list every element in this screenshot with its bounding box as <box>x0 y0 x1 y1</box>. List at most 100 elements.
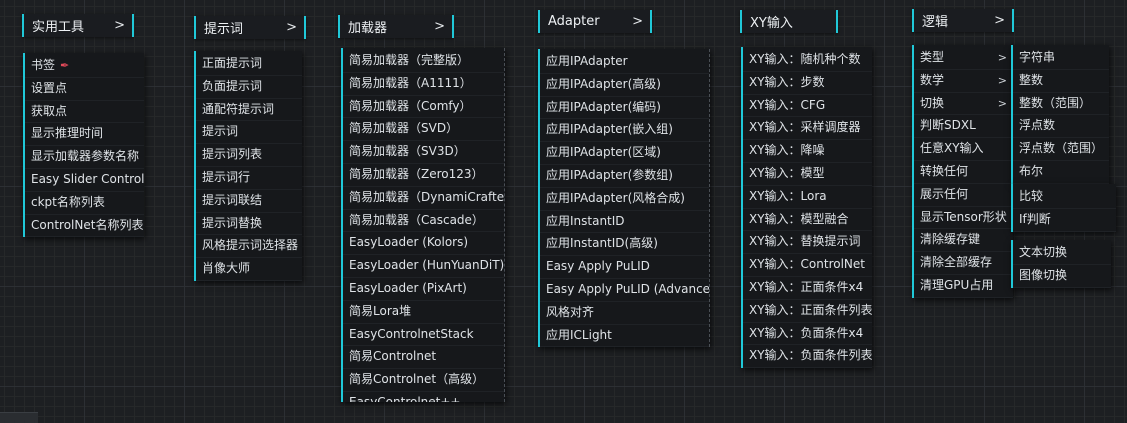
loader-item[interactable]: EasyControlnetStack <box>343 324 504 347</box>
adapter-item[interactable]: 应用IPAdapter(参数组) <box>540 165 709 188</box>
xy-item[interactable]: XY输入：随机种个数 <box>743 49 872 72</box>
tools-item-label: 显示推理时间 <box>31 126 104 141</box>
loader-item[interactable]: 简易加载器（Comfy） <box>343 96 504 119</box>
loader-item-label: EasyLoader (PixArt) <box>349 280 467 295</box>
prompt-item[interactable]: 负面提示词 <box>196 76 302 99</box>
logic-item[interactable]: 判断SDXL <box>914 115 1013 139</box>
prompt-item-label: 提示词联结 <box>202 192 263 207</box>
prompt-item[interactable]: 提示词列表 <box>196 144 302 167</box>
math-item[interactable]: 比较 <box>1013 186 1116 209</box>
logic-item[interactable]: 清除全部缓存 <box>914 252 1013 275</box>
tools-item[interactable]: 显示推理时间 <box>25 123 144 147</box>
switch-item[interactable]: 图像切换 <box>1013 265 1111 288</box>
switch-item[interactable]: 文本切换 <box>1013 242 1111 265</box>
xy-item[interactable]: XY输入：模型融合 <box>743 209 872 232</box>
adapter-item-label: 应用IPAdapter(嵌入组) <box>546 122 673 137</box>
adapter-item[interactable]: 应用IPAdapter(高级) <box>540 74 709 97</box>
prompt-item-label: 通配符提示词 <box>202 101 275 116</box>
menu-logic-header[interactable]: 逻辑 > <box>912 9 1014 32</box>
menu-xy-dropdown: XY输入：随机种个数 XY输入：步数 XY输入：CFG XY输入：采样调度器 XY输入：… <box>741 47 872 369</box>
menu-tools-header[interactable]: 实用工具 > <box>22 14 134 37</box>
xy-item[interactable]: XY输入：正面条件x4 <box>743 277 872 300</box>
type-item[interactable]: 浮点数（范围） <box>1013 138 1109 161</box>
logic-item[interactable]: 任意XY输入 <box>914 138 1013 161</box>
logic-item[interactable]: 切换 > <box>914 93 1013 116</box>
menu-xy-title: XY输入 <box>750 16 793 31</box>
type-item-label: 字符串 <box>1019 50 1056 64</box>
logic-item[interactable]: 类型 > <box>914 47 1013 70</box>
menu-xy-header[interactable]: XY输入 <box>740 10 838 33</box>
loader-item[interactable]: 简易加载器（A1111） <box>343 73 504 96</box>
loader-item[interactable]: EasyLoader (Kolors) <box>343 232 504 256</box>
loader-item[interactable]: 简易加载器（DynamiCrafter） <box>343 187 504 210</box>
loader-item[interactable]: EasyLoader (HunYuanDiT) <box>343 255 504 278</box>
xy-item[interactable]: XY输入：正面条件列表 <box>743 300 872 323</box>
xy-item[interactable]: XY输入：降噪 <box>743 140 872 163</box>
logic-item[interactable]: 数学 > <box>914 70 1013 93</box>
logic-item[interactable]: 展示任何 <box>914 184 1013 207</box>
type-item[interactable]: 浮点数 <box>1013 115 1109 139</box>
xy-item[interactable]: XY输入：CFG <box>743 95 872 118</box>
adapter-item[interactable]: 应用IPAdapter <box>540 51 709 74</box>
tools-item[interactable]: Easy Slider Control <box>25 169 144 192</box>
tools-item[interactable]: 书签 ✒ <box>25 55 144 78</box>
menu-adapter-header[interactable]: Adapter > <box>538 10 652 33</box>
adapter-item[interactable]: 应用InstantID <box>540 211 709 234</box>
adapter-item[interactable]: 应用ICLight <box>540 325 709 348</box>
logic-item[interactable]: 清除缓存键 <box>914 229 1013 253</box>
xy-item[interactable]: XY输入：替换提示词 <box>743 231 872 255</box>
tools-item[interactable]: ControlNet名称列表 <box>25 215 144 238</box>
adapter-item[interactable]: 应用IPAdapter(嵌入组) <box>540 119 709 143</box>
tools-item[interactable]: ckpt名称列表 <box>25 192 144 215</box>
loader-item[interactable]: 简易Lora堆 <box>343 301 504 324</box>
loader-item[interactable]: 简易Controlnet（高级） <box>343 369 504 392</box>
prompt-item[interactable]: 提示词联结 <box>196 190 302 213</box>
tools-item[interactable]: 显示加载器参数名称 <box>25 146 144 169</box>
prompt-item[interactable]: 风格提示词选择器 <box>196 235 302 259</box>
logic-item[interactable]: 显示Tensor形状 <box>914 207 1013 230</box>
loader-item[interactable]: 简易Controlnet <box>343 346 504 370</box>
loader-item[interactable]: 简易加载器（SV3D） <box>343 141 504 164</box>
xy-item[interactable]: XY输入：ControlNet <box>743 254 872 277</box>
xy-item[interactable]: XY输入：步数 <box>743 72 872 95</box>
prompt-item[interactable]: 肖像大师 <box>196 258 302 281</box>
type-item[interactable]: 整数 <box>1013 70 1109 93</box>
type-item[interactable]: 布尔 <box>1013 161 1109 184</box>
prompt-item[interactable]: 提示词替换 <box>196 213 302 236</box>
type-item[interactable]: 字符串 <box>1013 47 1109 70</box>
xy-item[interactable]: XY输入：采样调度器 <box>743 117 872 141</box>
menu-prompt-header[interactable]: 提示词 > <box>194 16 306 39</box>
adapter-item-label: Easy Apply PuLID <box>546 259 650 274</box>
adapter-item[interactable]: 应用InstantID(高级) <box>540 233 709 257</box>
loader-item[interactable]: 简易加载器（Cascade） <box>343 210 504 233</box>
xy-item[interactable]: XY输入：负面条件x4 <box>743 323 872 346</box>
prompt-item[interactable]: 提示词 <box>196 121 302 145</box>
tools-item[interactable]: 设置点 <box>25 78 144 101</box>
xy-item[interactable]: XY输入：模型 <box>743 163 872 186</box>
type-item[interactable]: 整数（范围） <box>1013 93 1109 116</box>
logic-item[interactable]: 转换任何 <box>914 161 1013 184</box>
loader-item[interactable]: 简易加载器（Zero123） <box>343 164 504 187</box>
loader-item[interactable]: EasyControlnet++ <box>343 392 504 402</box>
adapter-item[interactable]: 风格对齐 <box>540 302 709 325</box>
adapter-item[interactable]: Easy Apply PuLID <box>540 256 709 279</box>
loader-item[interactable]: EasyLoader (PixArt) <box>343 278 504 301</box>
tools-item[interactable]: 获取点 <box>25 101 144 124</box>
type-item-label: 浮点数（范围） <box>1019 141 1104 156</box>
math-item[interactable]: If判断 <box>1013 209 1116 232</box>
loader-item[interactable]: 简易加载器（SVD） <box>343 118 504 142</box>
xy-item[interactable]: XY输入：Lora <box>743 186 872 209</box>
menu-loader-header[interactable]: 加载器 > <box>338 15 454 38</box>
prompt-item[interactable]: 正面提示词 <box>196 53 302 76</box>
prompt-item[interactable]: 提示词行 <box>196 167 302 190</box>
type-item-label: 整数 <box>1019 72 1044 87</box>
adapter-item-label: Easy Apply PuLID (Advanced) <box>546 281 709 296</box>
prompt-item[interactable]: 通配符提示词 <box>196 99 302 122</box>
adapter-item[interactable]: Easy Apply PuLID (Advanced) <box>540 279 709 302</box>
adapter-item[interactable]: 应用IPAdapter(风格合成) <box>540 188 709 211</box>
adapter-item[interactable]: 应用IPAdapter(编码) <box>540 97 709 120</box>
loader-item[interactable]: 简易加载器（完整版） <box>343 50 504 73</box>
xy-item[interactable]: XY输入：负面条件列表 <box>743 345 872 369</box>
adapter-item[interactable]: 应用IPAdapter(区域) <box>540 142 709 165</box>
logic-item[interactable]: 清理GPU占用 <box>914 275 1013 298</box>
